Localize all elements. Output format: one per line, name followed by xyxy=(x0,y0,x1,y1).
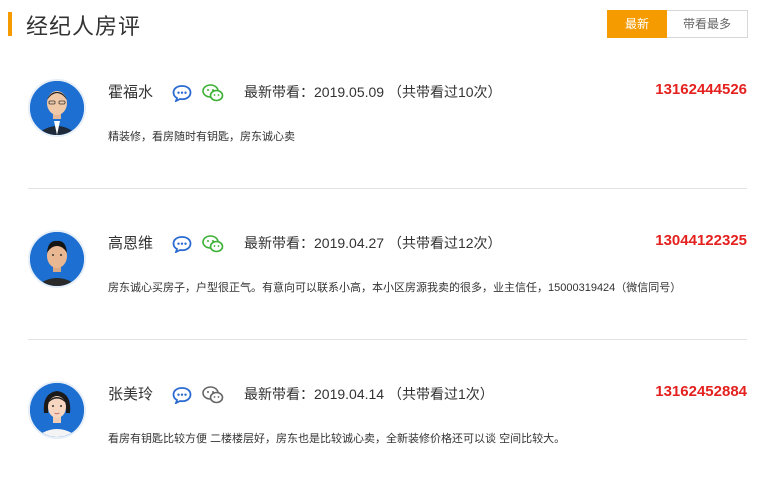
section-title: 经纪人房评 xyxy=(26,14,142,39)
review-item: 高恩维 最新带看：2019.04.27 （共带看过12次） 1304412232… xyxy=(0,190,765,340)
wechat-icon[interactable] xyxy=(202,235,224,253)
visit-info: 最新带看：2019.05.09 （共带看过10次） xyxy=(244,84,502,100)
visit-info: 最新带看：2019.04.27 （共带看过12次） xyxy=(244,235,502,251)
section-header: 经纪人房评 最新 带看最多 xyxy=(0,0,765,50)
tab-latest[interactable]: 最新 xyxy=(607,10,667,38)
agent-phone: 13044122325 xyxy=(655,232,747,249)
agent-avatar[interactable] xyxy=(28,79,86,137)
agent-name[interactable]: 张美玲 xyxy=(108,383,153,404)
agent-name[interactable]: 高恩维 xyxy=(108,232,153,253)
agent-avatar[interactable] xyxy=(28,230,86,288)
wechat-icon[interactable] xyxy=(202,84,224,102)
divider xyxy=(28,188,747,189)
chat-icon[interactable] xyxy=(172,386,192,405)
agent-phone: 13162444526 xyxy=(655,81,747,98)
tab-most-visited[interactable]: 带看最多 xyxy=(667,10,748,38)
wechat-icon[interactable] xyxy=(202,386,224,404)
chat-icon[interactable] xyxy=(172,84,192,103)
review-comment: 房东诚心买房子，户型很正气。有意向可以联系小高，本小区房源我卖的很多，业主信任，… xyxy=(108,282,682,294)
chat-icon[interactable] xyxy=(172,235,192,254)
review-item: 张美玲 最新带看：2019.04.14 （共带看过1次） 13162452884… xyxy=(0,340,765,490)
agent-name[interactable]: 霍福水 xyxy=(108,81,153,102)
sort-tabs: 最新 带看最多 xyxy=(607,10,748,38)
title-accent-bar xyxy=(8,12,12,36)
visit-info: 最新带看：2019.04.14 （共带看过1次） xyxy=(244,386,494,402)
agent-avatar[interactable] xyxy=(28,381,86,439)
review-comment: 看房有钥匙比较方便 二楼楼层好，房东也是比较诚心卖，全新装修价格还可以谈 空间比… xyxy=(108,433,566,445)
agent-phone: 13162452884 xyxy=(655,383,747,400)
review-comment: 精装修，看房随时有钥匙，房东诚心卖 xyxy=(108,131,295,143)
review-item: 霍福水 最新带看：2019.05.09 （共带看过10次） 1316244452… xyxy=(0,50,765,200)
